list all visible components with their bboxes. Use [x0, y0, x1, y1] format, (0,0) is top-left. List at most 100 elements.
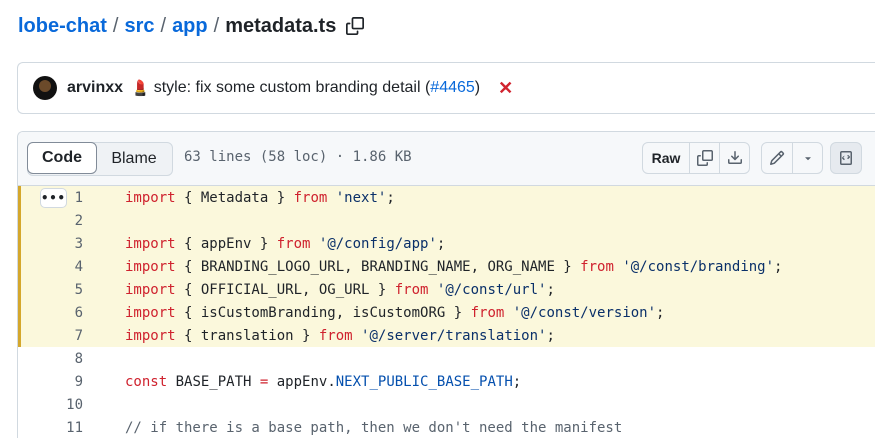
chevron-down-icon: [804, 157, 811, 161]
code-token: import: [125, 327, 176, 344]
commit-message-text: style: fix some custom branding detail (: [153, 79, 431, 96]
commit-author[interactable]: arvinxx: [67, 79, 123, 97]
line-number[interactable]: 5: [18, 282, 83, 298]
code-text: import { OFFICIAL_URL, OG_URL } from '@/…: [125, 282, 555, 298]
file-info: 63 lines (58 loc) · 1.86 KB: [184, 149, 412, 165]
edit-actions-group: [761, 142, 823, 174]
code-line: 2: [18, 209, 875, 232]
code-token: ;: [436, 235, 446, 252]
latest-commit-bar: arvinxx 💄 style: fix some custom brandin…: [17, 62, 875, 114]
line-number[interactable]: 2: [18, 213, 83, 229]
code-token: ;: [546, 327, 555, 344]
tab-blame[interactable]: Blame: [96, 143, 172, 175]
code-token: '@/const/url': [436, 281, 547, 298]
code-text: import { translation } from '@/server/tr…: [125, 328, 555, 344]
code-token: 'next': [335, 189, 387, 206]
breadcrumb-separator: /: [213, 14, 220, 37]
code-token: ;: [656, 304, 665, 321]
code-token: { translation }: [175, 327, 319, 344]
code-line: 10: [18, 393, 875, 416]
code-token: import: [125, 281, 176, 298]
code-token: const: [125, 373, 168, 390]
code-token: NEXT_PUBLIC_BASE_PATH: [335, 373, 513, 390]
file-viewer: Code Blame 63 lines (58 loc) · 1.86 KB R…: [17, 131, 875, 438]
code-token: from: [293, 189, 328, 206]
code-line: 11 // if there is a base path, then we do…: [18, 416, 875, 438]
code-token: import: [125, 304, 176, 321]
download-button[interactable]: [719, 143, 749, 173]
line-number[interactable]: 6: [18, 305, 83, 321]
copy-raw-button[interactable]: [689, 143, 719, 173]
file-name: metadata.ts: [225, 14, 337, 37]
breadcrumb-separator: /: [112, 14, 119, 37]
code-text: const BASE_PATH = appEnv.NEXT_PUBLIC_BAS…: [125, 374, 521, 390]
line-number[interactable]: 8: [18, 351, 83, 367]
code-token: from: [318, 327, 353, 344]
code-token: import: [125, 235, 176, 252]
code-line: ••• 1 import { Metadata } from 'next';: [18, 186, 875, 209]
breadcrumb-app-link[interactable]: app: [172, 15, 208, 38]
code-token: '@/config/app': [318, 235, 437, 252]
code-text: import { BRANDING_LOGO_URL, BRANDING_NAM…: [125, 259, 782, 275]
line-number[interactable]: 9: [18, 374, 83, 390]
symbols-icon: [840, 151, 852, 165]
file-toolbar: Code Blame 63 lines (58 loc) · 1.86 KB R…: [18, 132, 875, 186]
edit-button[interactable]: [762, 143, 792, 173]
breadcrumb-separator: /: [160, 14, 167, 37]
code-token: ;: [386, 189, 395, 206]
tab-code[interactable]: Code: [27, 142, 97, 174]
symbols-button[interactable]: [830, 142, 862, 174]
code-token: import: [125, 258, 176, 275]
copy-path-button[interactable]: [344, 15, 366, 37]
code-token: ;: [546, 281, 555, 298]
code-token: '@/const/branding': [622, 258, 775, 275]
code-line: 7 import { translation } from '@/server/t…: [18, 324, 875, 347]
code-line: 6 import { isCustomBranding, isCustomORG …: [18, 301, 875, 324]
file-actions-group: Raw: [642, 142, 750, 174]
code-token: { appEnv }: [175, 235, 277, 252]
x-icon[interactable]: ✕: [498, 78, 513, 99]
code-token: from: [580, 258, 614, 275]
breadcrumb-src-link[interactable]: src: [124, 15, 154, 38]
code-line: 5 import { OFFICIAL_URL, OG_URL } from '@…: [18, 278, 875, 301]
code-text: import { Metadata } from 'next';: [125, 190, 395, 206]
line-actions-button[interactable]: •••: [40, 188, 67, 208]
code-text: // if there is a base path, then we don'…: [125, 420, 622, 436]
line-number[interactable]: 11: [18, 420, 83, 436]
code-token: { OFFICIAL_URL, OG_URL }: [175, 281, 395, 298]
line-number[interactable]: 10: [18, 397, 83, 413]
breadcrumb: lobe-chat / src / app / metadata.ts: [18, 12, 366, 40]
code-line: 8: [18, 347, 875, 370]
line-number[interactable]: 4: [18, 259, 83, 275]
commit-message-suffix: ): [474, 79, 481, 96]
code-token: BASE_PATH: [167, 373, 260, 390]
pull-request-link[interactable]: #4465: [430, 79, 475, 96]
pencil-icon: [769, 150, 785, 166]
code-line: 9 const BASE_PATH = appEnv.NEXT_PUBLIC_BA…: [18, 370, 875, 393]
author-avatar[interactable]: [33, 76, 57, 100]
code-token: import: [125, 189, 176, 206]
line-number[interactable]: 7: [18, 328, 83, 344]
code-line: 4 import { BRANDING_LOGO_URL, BRANDING_NA…: [18, 255, 875, 278]
commit-emoji: 💄: [131, 80, 150, 97]
copy-icon: [696, 150, 713, 166]
code-token: appEnv.: [268, 373, 336, 390]
line-number[interactable]: 3: [18, 236, 83, 252]
code-token: { BRANDING_LOGO_URL, BRANDING_NAME, ORG_…: [175, 258, 581, 275]
code-token: { isCustomBranding, isCustomORG }: [175, 304, 471, 321]
code-token: from: [276, 235, 311, 252]
code-token: ;: [512, 373, 522, 390]
copy-icon: [346, 17, 365, 35]
commit-message[interactable]: style: fix some custom branding detail (…: [154, 79, 480, 97]
edit-dropdown-button[interactable]: [792, 143, 822, 173]
raw-button[interactable]: Raw: [643, 143, 689, 173]
code-token: ;: [774, 258, 783, 275]
code-listing: ••• 1 import { Metadata } from 'next'; 2 3 im…: [18, 186, 875, 438]
code-text: import { appEnv } from '@/config/app';: [125, 236, 445, 252]
breadcrumb-repo-link[interactable]: lobe-chat: [18, 15, 107, 38]
code-token: { Metadata }: [175, 189, 294, 206]
